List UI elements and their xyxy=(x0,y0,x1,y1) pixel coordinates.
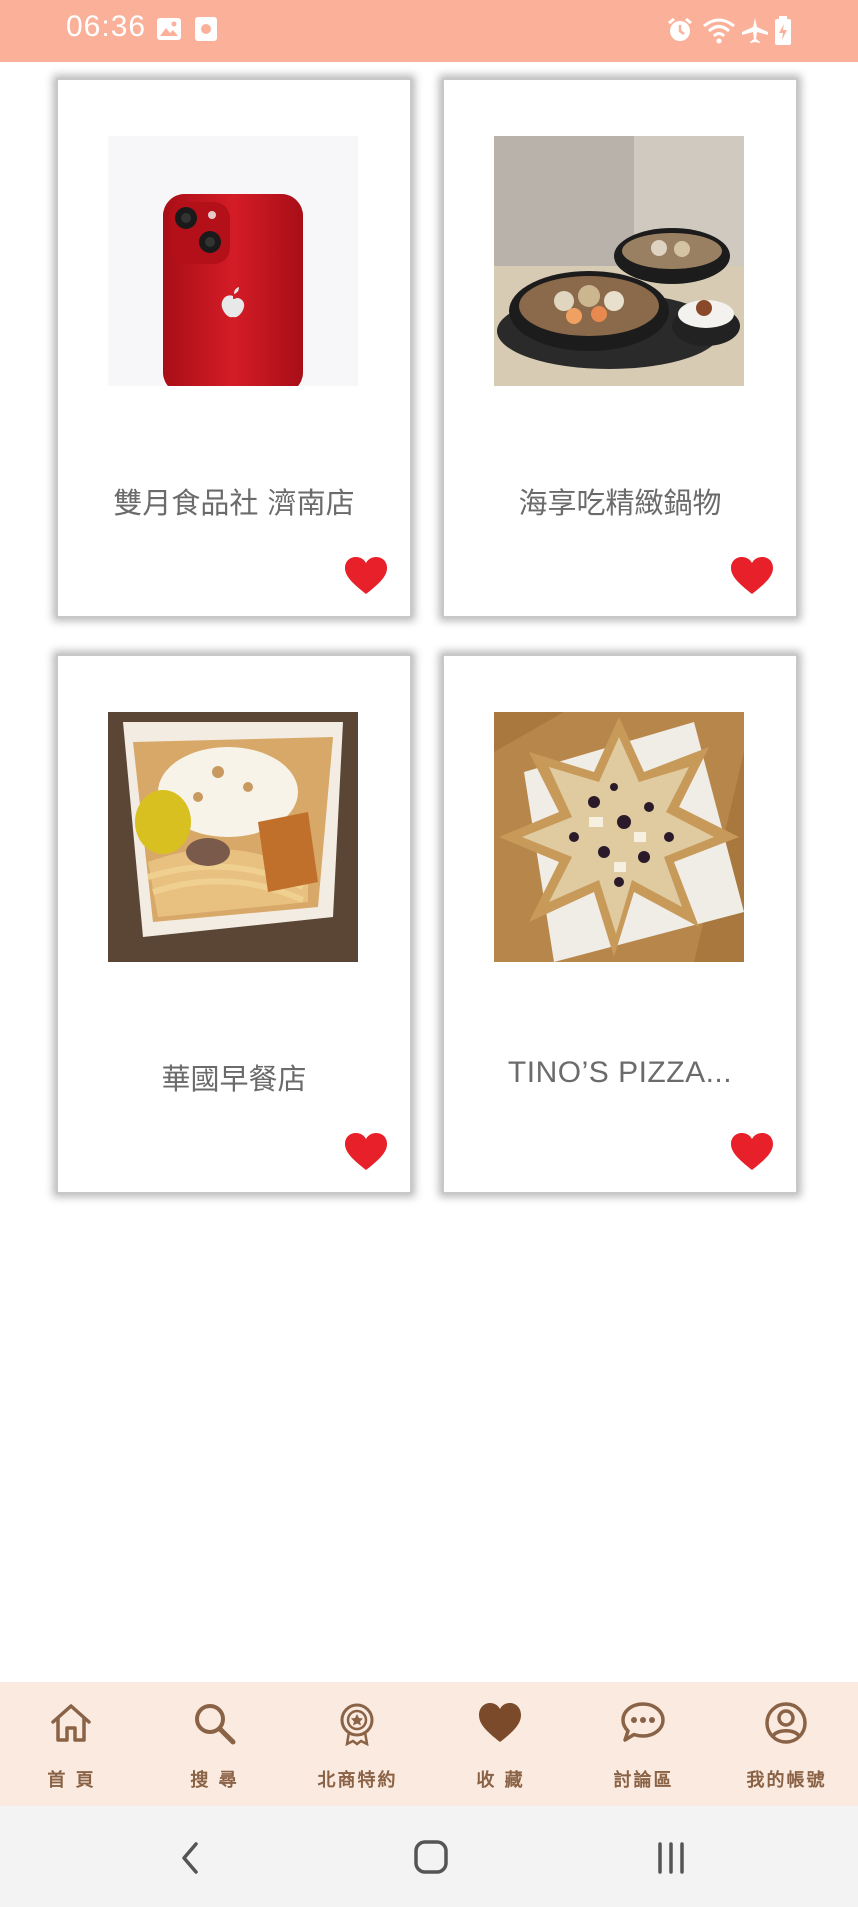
store-name: 海享吃精緻鍋物 xyxy=(518,486,722,520)
favorite-card[interactable]: 海享吃精緻鍋物 xyxy=(442,78,798,618)
heart-icon[interactable] xyxy=(344,556,388,596)
home-icon xyxy=(51,1704,91,1742)
heart-icon[interactable] xyxy=(730,1132,774,1172)
store-name: 華國早餐店 xyxy=(161,1062,307,1096)
store-image xyxy=(494,712,744,962)
favorite-card[interactable]: 華國早餐店 xyxy=(56,654,412,1194)
system-navigation-bar xyxy=(0,1806,858,1907)
image-icon xyxy=(157,18,181,40)
heart-icon[interactable] xyxy=(730,556,774,596)
nav-label: 收 藏 xyxy=(476,1770,525,1791)
nav-label: 北商特約 xyxy=(317,1770,398,1791)
app-notification-icon xyxy=(195,17,217,41)
alarm-icon xyxy=(668,17,692,41)
home-button-icon[interactable] xyxy=(412,1838,452,1878)
favorite-card[interactable]: TINO’S PIZZA... xyxy=(442,654,798,1194)
nav-account[interactable]: 我的帳號 xyxy=(715,1682,858,1806)
store-image xyxy=(108,712,358,962)
status-time: 06:36 xyxy=(66,10,147,43)
back-icon[interactable] xyxy=(176,1840,206,1876)
heart-icon[interactable] xyxy=(344,1132,388,1172)
nav-label: 討論區 xyxy=(613,1770,674,1791)
nav-home[interactable]: 首 頁 xyxy=(0,1682,143,1806)
account-icon xyxy=(765,1702,807,1744)
airplane-icon xyxy=(742,18,768,43)
nav-search[interactable]: 搜 尋 xyxy=(143,1682,286,1806)
bottom-nav: 首 頁 搜 尋 北商特約 收 藏 討論區 我的帳號 xyxy=(0,1682,858,1806)
recent-apps-icon[interactable] xyxy=(654,1840,690,1876)
heart-icon xyxy=(479,1703,521,1742)
battery-charging-icon xyxy=(775,16,791,45)
badge-icon xyxy=(340,1703,374,1746)
nav-partner[interactable]: 北商特約 xyxy=(286,1682,429,1806)
chat-icon xyxy=(621,1702,665,1742)
nav-favorites[interactable]: 收 藏 xyxy=(429,1682,572,1806)
status-bar: 06:36 xyxy=(0,0,858,62)
nav-label: 我的帳號 xyxy=(746,1770,827,1791)
nav-label: 搜 尋 xyxy=(190,1770,239,1791)
nav-forum[interactable]: 討論區 xyxy=(572,1682,715,1806)
store-name: 雙月食品社 濟南店 xyxy=(113,486,355,520)
favorite-card[interactable]: 雙月食品社 濟南店 xyxy=(56,78,412,618)
search-icon xyxy=(195,1704,236,1745)
wifi-icon xyxy=(703,18,735,44)
store-image xyxy=(494,136,744,386)
nav-label: 首 頁 xyxy=(47,1770,96,1791)
store-image xyxy=(108,136,358,386)
store-name: TINO’S PIZZA... xyxy=(507,1056,733,1089)
